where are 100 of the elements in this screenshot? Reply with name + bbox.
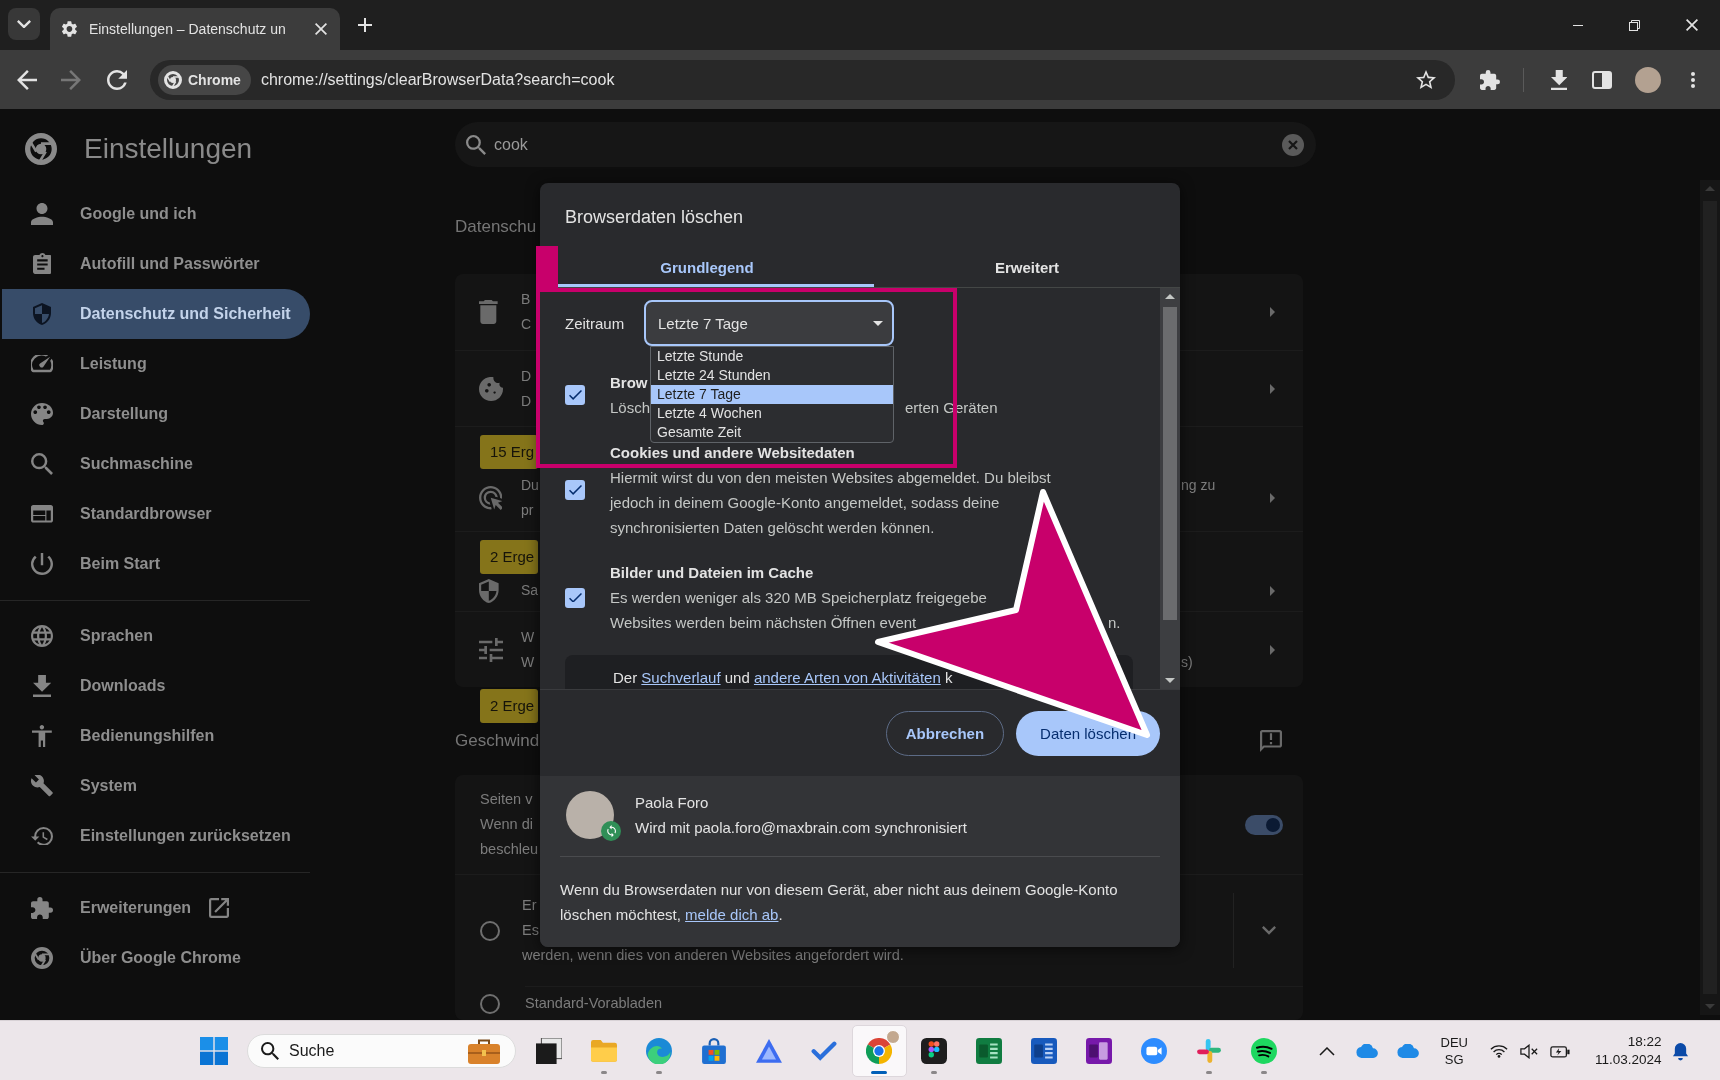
- setting-text: pr: [521, 501, 534, 520]
- url-input[interactable]: chrome://settings/clearBrowserData?search=cook: [260, 67, 1416, 92]
- caret-down-icon: [873, 320, 883, 326]
- setting-text: B: [521, 290, 531, 309]
- download-icon[interactable]: [1551, 69, 1568, 90]
- toggle-switch[interactable]: [1245, 814, 1283, 835]
- avatar-placeholder[interactable]: [1635, 66, 1662, 93]
- search-input[interactable]: Suche: [289, 1042, 468, 1060]
- caret-right-icon[interactable]: [1269, 644, 1275, 655]
- caret-right-icon[interactable]: [1269, 307, 1275, 317]
- option-title: Bilder und Dateien im Cache: [610, 563, 814, 583]
- sidebar-item[interactable]: Downloads: [0, 661, 310, 711]
- sidebar-item[interactable]: Darstellung: [0, 389, 310, 439]
- side-panel-icon[interactable]: [1592, 70, 1613, 89]
- minimize-icon[interactable]: [1572, 24, 1583, 26]
- shapes-icon: [921, 1038, 947, 1064]
- close-icon[interactable]: [315, 23, 327, 35]
- sidebar-item[interactable]: Suchmaschine: [0, 439, 310, 489]
- sidebar-item[interactable]: Bedienungshilfen: [0, 711, 310, 761]
- muted-speaker-icon[interactable]: [1519, 1043, 1538, 1059]
- video-camera-icon: [1141, 1038, 1167, 1064]
- tab-search-button[interactable]: [8, 8, 40, 40]
- search-bar[interactable]: Suche: [247, 1034, 516, 1068]
- trash-icon: [479, 300, 498, 324]
- text-link[interactable]: melde dich ab: [685, 906, 779, 923]
- cloud-icon[interactable]: [1355, 1044, 1378, 1058]
- gear-icon: [62, 21, 77, 37]
- sidebar-item[interactable]: Leistung: [0, 339, 310, 389]
- chevron-down-icon[interactable]: [1261, 926, 1276, 935]
- caret-right-icon[interactable]: [1269, 493, 1275, 503]
- search-icon: [261, 1042, 279, 1060]
- address-bar[interactable]: Chrome chrome://settings/clearBrowserData?search=cook: [150, 59, 1455, 100]
- text-link[interactable]: Suchverlauf: [641, 669, 721, 686]
- search-input[interactable]: cook: [494, 135, 1282, 154]
- sidebar-item[interactable]: System: [0, 761, 310, 811]
- swirl-icon: [646, 1038, 672, 1064]
- checkbox[interactable]: [565, 385, 585, 405]
- battery-icon[interactable]: [1549, 1044, 1570, 1058]
- sidebar-item[interactable]: Autofill und Passwörter: [0, 239, 310, 289]
- sidebar-item[interactable]: Einstellungen zurücksetzen: [0, 811, 310, 861]
- wifi-icon[interactable]: [1489, 1044, 1508, 1058]
- pinwheel-icon: [1196, 1038, 1222, 1064]
- sidebar-item[interactable]: Google und ich: [0, 189, 310, 239]
- sidebar-item[interactable]: Datenschutz und Sicherheit: [2, 289, 310, 339]
- caret-right-icon[interactable]: [1269, 383, 1275, 394]
- checkbox[interactable]: [565, 480, 585, 500]
- sidebar-item[interactable]: Sprachen: [0, 611, 310, 661]
- dropdown-option[interactable]: Letzte 7 Tage: [651, 385, 893, 404]
- time-range-select[interactable]: Letzte 7 Tage: [644, 300, 894, 346]
- site-chip[interactable]: Chrome: [158, 64, 251, 95]
- dropdown-option[interactable]: Gesamte Zeit: [651, 423, 893, 442]
- page-scrollbar[interactable]: [1700, 180, 1720, 1015]
- circle-logo-icon: [25, 133, 57, 165]
- menu-icon[interactable]: [1691, 71, 1696, 88]
- sidebar-item[interactable]: Beim Start: [0, 539, 310, 589]
- dialog-title: Browserdaten löschen: [564, 206, 745, 229]
- circle-logo-icon: [31, 947, 53, 969]
- caret-right-icon[interactable]: [1269, 585, 1275, 596]
- option-description: Lösch: [610, 398, 651, 418]
- puzzle-icon: [31, 897, 53, 919]
- sidebar-item[interactable]: Über Google Chrome: [0, 933, 310, 983]
- briefcase-icon[interactable]: [468, 1038, 500, 1064]
- setting-text: W: [521, 627, 535, 647]
- notebook-icon: [1086, 1038, 1112, 1064]
- start-icon[interactable]: [200, 1037, 228, 1065]
- back-arrow-icon[interactable]: [17, 69, 37, 90]
- setting-text: Seiten v: [480, 790, 533, 809]
- close-icon[interactable]: [1685, 19, 1698, 31]
- radio-button[interactable]: [480, 993, 500, 1014]
- dropdown-option[interactable]: Letzte Stunde: [651, 347, 893, 366]
- reload-icon[interactable]: [107, 69, 127, 90]
- browser-tab[interactable]: Einstellungen – Datenschutz un: [50, 8, 340, 50]
- scrollbar-track[interactable]: [1160, 288, 1180, 689]
- scroll-up-icon[interactable]: [1165, 294, 1175, 299]
- account-status: Wird mit paola.foro@maxbrain.com synchronisiert: [635, 818, 967, 838]
- scroll-down-icon[interactable]: [1165, 678, 1175, 683]
- globe-icon: [31, 625, 53, 647]
- bell-icon[interactable]: [1671, 1041, 1689, 1061]
- scrollbar-thumb[interactable]: [1163, 307, 1177, 620]
- chevron-up-icon[interactable]: [1318, 1046, 1335, 1056]
- setting-text: s): [1181, 652, 1193, 672]
- dropdown-option[interactable]: Letzte 4 Wochen: [651, 404, 893, 423]
- feedback-icon[interactable]: [1260, 730, 1282, 752]
- clock[interactable]: 18:22 11.03.2024: [1594, 1033, 1662, 1069]
- radio-button[interactable]: [480, 920, 500, 941]
- checkbox[interactable]: [565, 587, 585, 608]
- language-indicator[interactable]: DEU SG: [1440, 1034, 1468, 1068]
- account-name: Paola Foro: [635, 793, 710, 813]
- clear-icon[interactable]: [1282, 133, 1304, 156]
- cloud-icon[interactable]: [1396, 1044, 1419, 1058]
- text-link[interactable]: andere Arten von Aktivitäten: [753, 669, 941, 686]
- dialog-tab[interactable]: Erweitert: [874, 247, 1180, 287]
- sidebar-item[interactable]: Standardbrowser: [0, 489, 310, 539]
- search-bar[interactable]: cook: [455, 122, 1316, 167]
- sidebar-item[interactable]: Erweiterungen: [0, 883, 310, 933]
- star-icon[interactable]: [1416, 70, 1436, 89]
- dropdown-option[interactable]: Letzte 24 Stunden: [651, 366, 893, 385]
- puzzle-icon[interactable]: [1480, 69, 1500, 90]
- plus-icon[interactable]: [358, 18, 372, 32]
- restore-icon[interactable]: [1629, 19, 1640, 31]
